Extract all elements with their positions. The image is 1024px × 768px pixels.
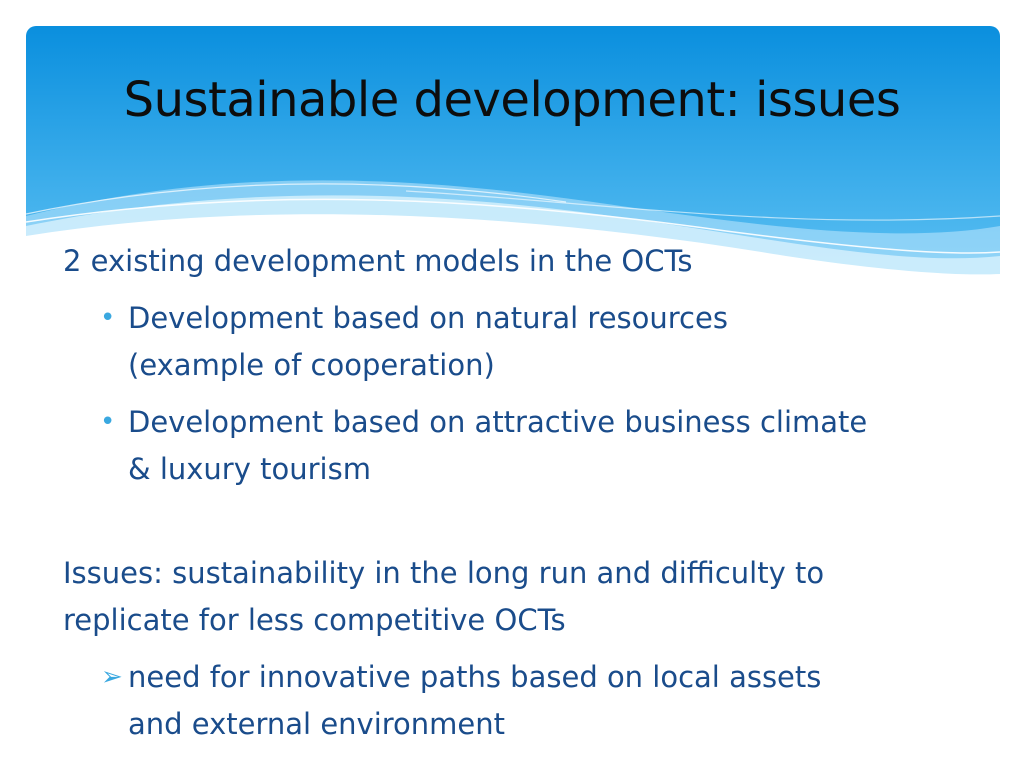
bullet-line: Development based on attractive business… [128, 405, 868, 439]
bullet-item-natural-resources: • Development based on natural resources… [63, 295, 993, 389]
bullet-line: & luxury tourism [128, 452, 371, 486]
issues-line: Issues: sustainability in the long run a… [63, 556, 825, 590]
slide-body: 2 existing development models in the OCT… [63, 238, 993, 748]
bullet-icon: • [100, 407, 116, 437]
arrow-line: and external environment [128, 707, 506, 741]
arrow-item-innovative-paths: ➢ need for innovative paths based on loc… [63, 654, 993, 748]
issues-line: replicate for less competitive OCTs [63, 603, 566, 637]
bullet-icon: • [100, 303, 116, 333]
bullet-line: (example of cooperation) [128, 348, 495, 382]
intro-text: 2 existing development models in the OCT… [63, 244, 693, 278]
slide: Sustainable development: issues 2 existi… [0, 0, 1024, 768]
arrow-bullet-icon: ➢ [101, 662, 123, 692]
bullet-item-business-climate: • Development based on attractive busine… [63, 399, 993, 493]
slide-title: Sustainable development: issues [123, 72, 901, 128]
bullet-line: Development based on natural resources [128, 301, 728, 335]
arrow-line: need for innovative paths based on local… [128, 660, 822, 694]
